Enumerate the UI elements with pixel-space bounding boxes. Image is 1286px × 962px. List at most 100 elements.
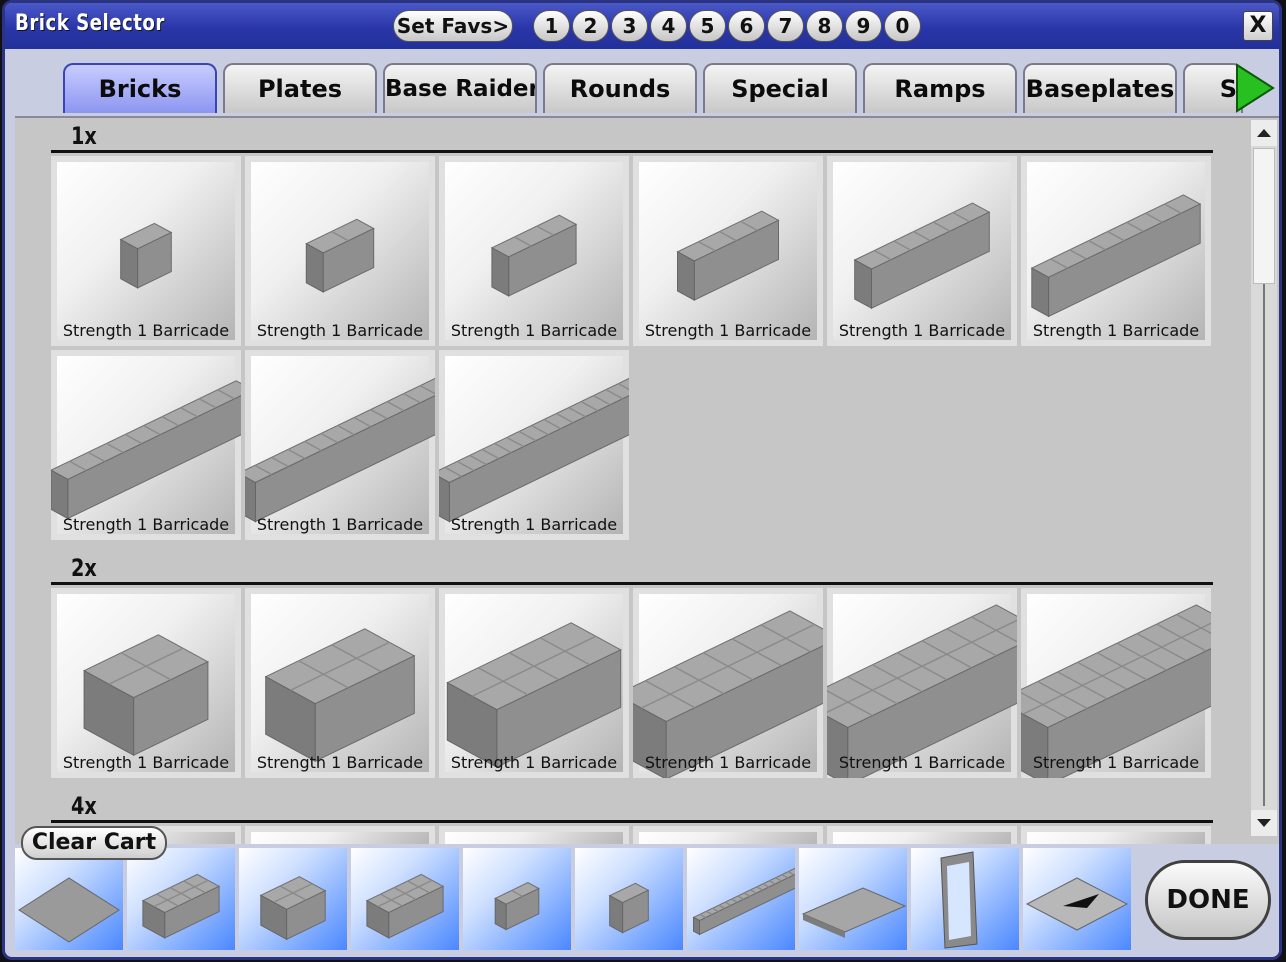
section-divider (51, 582, 1213, 585)
brick-preview-icon (490, 214, 578, 297)
brick-tile[interactable]: Strength 1 Barricade (633, 588, 823, 778)
favorite-slot-0[interactable]: 0 (884, 10, 921, 42)
category-tabs: Bricks Plates Base Raiders Rounds Specia… (63, 63, 1243, 113)
brick-tile[interactable]: Strength 1 Barricade (1021, 156, 1211, 346)
brick-caption: Strength 1 Barricade (838, 753, 1006, 772)
cart-item[interactable] (687, 848, 802, 950)
favorite-slot-3[interactable]: 3 (611, 10, 648, 42)
close-button[interactable]: X (1243, 11, 1273, 41)
brick-tile[interactable]: Strength 1 Barricade (633, 156, 823, 346)
section-label: 1x (71, 122, 97, 150)
scroll-down-button[interactable] (1251, 810, 1277, 836)
cart-item[interactable] (15, 848, 123, 950)
brick-caption: Strength 1 Barricade (62, 321, 230, 340)
tab-rounds[interactable]: Rounds (543, 63, 697, 113)
brick-caption: Strength 1 Barricade (644, 321, 812, 340)
favorite-slot-6[interactable]: 6 (728, 10, 765, 42)
brick-preview-icon (83, 634, 209, 757)
brick-2x4-icon (365, 873, 445, 939)
arrow-down-icon (1257, 819, 1271, 827)
arrow-right-icon (1236, 63, 1275, 113)
brick-caption: Strength 1 Barricade (1032, 321, 1200, 340)
brick-preview-icon (827, 604, 1017, 778)
cart-item[interactable] (911, 848, 1019, 950)
cart-item[interactable] (1023, 848, 1131, 950)
set-favs-button[interactable]: Set Favs> (393, 10, 513, 42)
section-label: 4x (71, 792, 97, 820)
title-bar[interactable]: Brick Selector Set Favs> 1 2 3 4 5 6 7 8… (5, 3, 1279, 49)
brick-tile[interactable]: Strength 1 Barricade (439, 156, 629, 346)
brick-tile[interactable]: Strength 1 Barricade (51, 350, 241, 540)
brick-preview-icon (676, 210, 780, 301)
brick-tile[interactable] (827, 826, 1017, 846)
brick-list[interactable]: 1x Strength 1 Barricade Strength 1 Barrica… (15, 116, 1279, 846)
brick-caption: Strength 1 Barricade (450, 753, 618, 772)
brick-tile[interactable]: Strength 1 Barricade (1021, 588, 1211, 778)
cart-item[interactable] (239, 848, 347, 950)
brick-caption: Strength 1 Barricade (450, 515, 618, 534)
brick-preview-icon (446, 622, 622, 769)
brick-tile[interactable]: Strength 1 Barricade (439, 588, 629, 778)
favorite-slot-8[interactable]: 8 (806, 10, 843, 42)
brick-tile[interactable]: Strength 1 Barricade (827, 588, 1017, 778)
favorite-slot-5[interactable]: 5 (689, 10, 726, 42)
brick-2x4-icon (141, 873, 221, 939)
scrollbar[interactable] (1251, 120, 1277, 836)
brick-preview-icon (1030, 194, 1202, 318)
tab-bricks[interactable]: Bricks (63, 63, 217, 113)
brick-caption: Strength 1 Barricade (838, 321, 1006, 340)
cart-item[interactable] (799, 848, 907, 950)
section-divider (51, 820, 1213, 823)
brick-tile[interactable] (439, 826, 629, 846)
brick-tile[interactable] (633, 826, 823, 846)
favorite-slot-2[interactable]: 2 (572, 10, 609, 42)
window-frame-icon (940, 851, 978, 949)
brick-preview-icon (245, 377, 435, 523)
brick-tile[interactable]: Strength 1 Barricade (51, 156, 241, 346)
brick-tile[interactable]: Strength 1 Barricade (51, 588, 241, 778)
favorite-slot-9[interactable]: 9 (845, 10, 882, 42)
scroll-up-button[interactable] (1251, 120, 1277, 146)
tab-ramps[interactable]: Ramps (863, 63, 1017, 113)
brick-caption: Strength 1 Barricade (256, 753, 424, 772)
brick-preview-icon (264, 628, 416, 763)
tab-plates[interactable]: Plates (223, 63, 377, 113)
scroll-track (1263, 284, 1265, 806)
brick-caption: Strength 1 Barricade (256, 515, 424, 534)
baseplate-icon (18, 877, 120, 943)
favorite-slot-1[interactable]: 1 (533, 10, 570, 42)
cart-item[interactable] (351, 848, 459, 950)
brick-selector-window: Brick Selector Set Favs> 1 2 3 4 5 6 7 8… (2, 0, 1282, 960)
brick-tile[interactable]: Strength 1 Barricade (245, 156, 435, 346)
section-label: 2x (71, 554, 97, 582)
brick-tile[interactable] (245, 826, 435, 846)
brick-tile[interactable]: Strength 1 Barricade (439, 350, 629, 540)
brick-caption: Strength 1 Barricade (1032, 753, 1200, 772)
favorite-slot-7[interactable]: 7 (767, 10, 804, 42)
tab-special[interactable]: Special (703, 63, 857, 113)
brick-tile[interactable]: Strength 1 Barricade (245, 350, 435, 540)
brick-tile[interactable] (1021, 826, 1211, 846)
next-tabs-button[interactable] (1233, 63, 1277, 113)
brick-preview-icon (51, 380, 241, 520)
tab-base-raiders[interactable]: Base Raiders (383, 63, 537, 113)
clear-cart-button[interactable]: Clear Cart (21, 826, 167, 860)
brick-preview-icon (1021, 604, 1211, 778)
brick-preview-icon (119, 222, 173, 289)
brick-preview-icon (853, 202, 991, 310)
brick-1x2-icon (494, 882, 540, 931)
favorite-slot-4[interactable]: 4 (650, 10, 687, 42)
cart-item[interactable] (575, 848, 683, 950)
brick-tile[interactable]: Strength 1 Barricade (827, 156, 1017, 346)
tab-baseplates[interactable]: Baseplates (1023, 63, 1177, 113)
cart-item[interactable] (463, 848, 571, 950)
brick-caption: Strength 1 Barricade (256, 321, 424, 340)
window-title: Brick Selector (15, 11, 165, 36)
close-icon: X (1249, 13, 1267, 38)
brick-tile[interactable]: Strength 1 Barricade (245, 588, 435, 778)
done-button[interactable]: DONE (1145, 860, 1271, 940)
section-divider (51, 150, 1213, 153)
cart-bar: Clear Cart DONE (13, 826, 1279, 955)
scroll-thumb[interactable] (1253, 148, 1275, 284)
cart-item[interactable] (127, 848, 235, 950)
